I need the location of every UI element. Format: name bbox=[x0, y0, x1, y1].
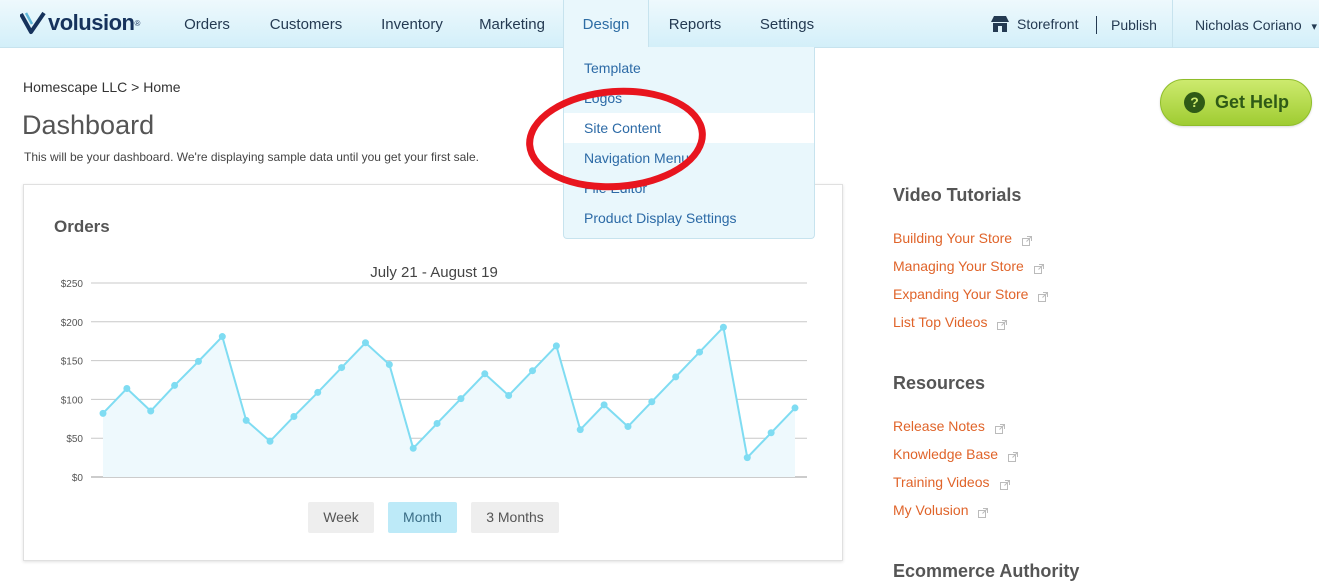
publish-link[interactable]: Publish bbox=[1111, 0, 1157, 48]
y-tick-label: $200 bbox=[61, 318, 84, 329]
external-link-icon bbox=[1022, 233, 1033, 246]
top-nav-bar: volusion ® Orders Customers Inventory Ma… bbox=[0, 0, 1319, 48]
data-point bbox=[672, 373, 680, 381]
data-point bbox=[266, 437, 274, 445]
data-point bbox=[361, 339, 369, 347]
y-tick-label: $50 bbox=[66, 434, 83, 445]
page-subtitle: This will be your dashboard. We're displ… bbox=[24, 150, 479, 164]
y-tick-label: $100 bbox=[61, 395, 84, 406]
data-point bbox=[147, 407, 155, 415]
nav-customers[interactable]: Customers bbox=[258, 0, 354, 48]
brand-reg-mark: ® bbox=[134, 18, 141, 28]
get-help-button[interactable]: ? Get Help bbox=[1160, 79, 1312, 126]
data-point bbox=[600, 401, 608, 409]
storefront-label: Storefront bbox=[1017, 16, 1079, 32]
brand-name: volusion bbox=[48, 10, 135, 35]
link-managing-your-store[interactable]: Managing Your Store bbox=[893, 258, 1044, 274]
data-point bbox=[791, 404, 799, 412]
link-training-videos[interactable]: Training Videos bbox=[893, 474, 1010, 490]
nav-marketing[interactable]: Marketing bbox=[470, 0, 554, 48]
menu-item-product-display-settings[interactable]: Product Display Settings bbox=[564, 203, 814, 233]
link-list-top-videos[interactable]: List Top Videos bbox=[893, 314, 1008, 330]
range-3-months-button[interactable]: 3 Months bbox=[471, 502, 559, 533]
user-name: Nicholas Coriano bbox=[1195, 17, 1302, 33]
link-expanding-your-store[interactable]: Expanding Your Store bbox=[893, 286, 1049, 302]
external-link-icon bbox=[1008, 449, 1019, 462]
data-point bbox=[99, 409, 107, 417]
ecommerce-authority-heading: Ecommerce Authority bbox=[893, 561, 1080, 581]
page-title: Dashboard bbox=[22, 110, 155, 140]
data-point bbox=[123, 385, 131, 393]
get-help-label: Get Help bbox=[1215, 92, 1290, 112]
data-point bbox=[719, 323, 727, 331]
external-link-icon bbox=[1033, 261, 1044, 274]
video-tutorials-heading: Video Tutorials bbox=[893, 185, 1022, 205]
data-point bbox=[218, 333, 226, 341]
menu-item-template[interactable]: Template bbox=[564, 53, 814, 83]
data-point bbox=[290, 412, 298, 420]
data-point bbox=[242, 416, 250, 424]
link-release-notes[interactable]: Release Notes bbox=[893, 418, 1005, 434]
orders-card: Orders July 21 - August 19 $0 $50 $100 $150 $… bbox=[23, 184, 843, 561]
range-week-button[interactable]: Week bbox=[308, 502, 374, 533]
data-point bbox=[433, 419, 441, 427]
external-link-icon bbox=[1038, 289, 1049, 302]
link-knowledge-base[interactable]: Knowledge Base bbox=[893, 446, 1019, 462]
chart-date-range: July 21 - August 19 bbox=[370, 264, 498, 281]
nav-inventory[interactable]: Inventory bbox=[370, 0, 454, 48]
data-point bbox=[743, 454, 751, 462]
data-point bbox=[696, 348, 704, 356]
data-point bbox=[552, 342, 560, 350]
nav-reports[interactable]: Reports bbox=[658, 0, 732, 48]
external-link-icon bbox=[997, 317, 1008, 330]
data-point bbox=[624, 423, 632, 431]
external-link-icon bbox=[978, 505, 989, 518]
storefront-icon bbox=[991, 16, 1009, 32]
nav-orders[interactable]: Orders bbox=[170, 0, 244, 48]
data-point bbox=[314, 388, 322, 396]
data-point bbox=[576, 426, 584, 434]
user-menu[interactable]: Nicholas Coriano ▾ bbox=[1195, 0, 1319, 48]
volusion-v-icon bbox=[20, 11, 46, 34]
question-icon: ? bbox=[1184, 92, 1205, 113]
data-point bbox=[409, 444, 417, 452]
data-point bbox=[529, 367, 537, 375]
nav-settings[interactable]: Settings bbox=[750, 0, 824, 48]
series-area bbox=[103, 327, 795, 477]
nav-divider bbox=[1096, 16, 1097, 34]
data-point bbox=[171, 381, 179, 389]
nav-divider bbox=[1172, 0, 1173, 48]
range-month-button[interactable]: Month bbox=[388, 502, 457, 533]
link-my-volusion[interactable]: My Volusion bbox=[893, 502, 989, 518]
y-tick-label: $0 bbox=[72, 473, 84, 484]
data-point bbox=[767, 429, 775, 437]
y-tick-label: $150 bbox=[61, 357, 84, 368]
nav-design[interactable]: Design bbox=[563, 0, 649, 48]
data-point bbox=[481, 370, 489, 378]
breadcrumb[interactable]: Homescape LLC > Home bbox=[23, 79, 181, 95]
data-point bbox=[385, 360, 393, 368]
data-point bbox=[648, 398, 656, 406]
resources-heading: Resources bbox=[893, 373, 986, 393]
storefront-link[interactable]: Storefront bbox=[990, 0, 1078, 48]
external-link-icon bbox=[999, 477, 1010, 490]
data-point bbox=[338, 364, 346, 372]
data-point bbox=[457, 395, 465, 403]
external-link-icon bbox=[994, 421, 1005, 434]
data-point bbox=[505, 392, 513, 400]
link-building-your-store[interactable]: Building Your Store bbox=[893, 230, 1033, 246]
volusion-logo[interactable]: volusion ® bbox=[20, 7, 140, 39]
data-point bbox=[194, 357, 202, 365]
y-tick-label: $250 bbox=[61, 279, 84, 290]
chevron-down-icon: ▾ bbox=[1311, 21, 1318, 33]
